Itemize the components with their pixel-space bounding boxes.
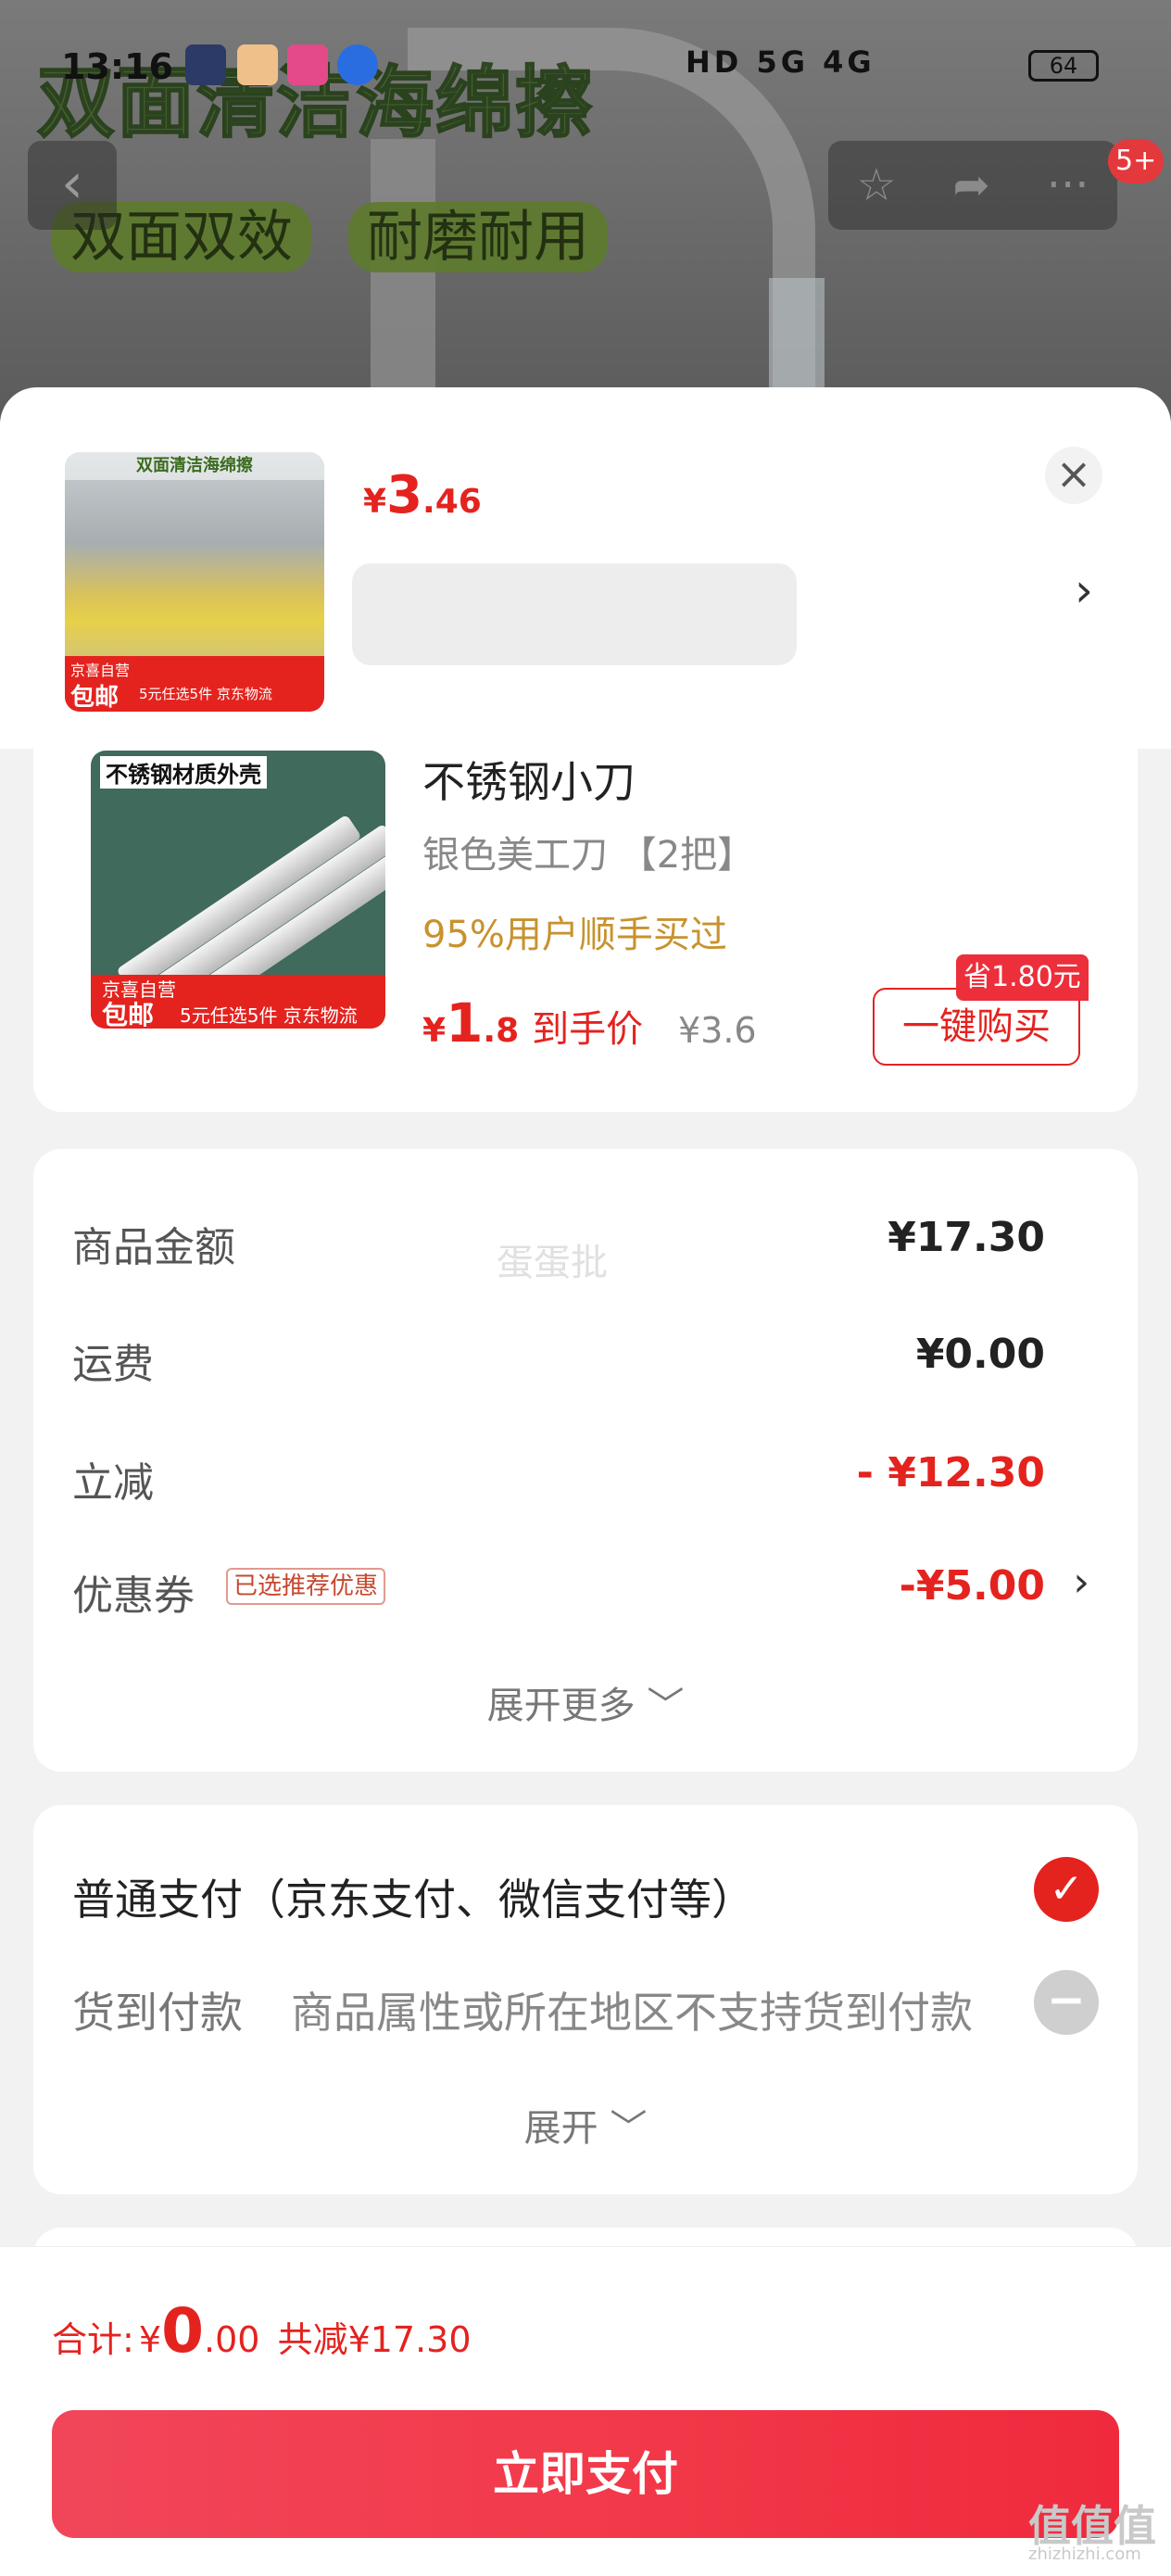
product-popularity: 95%用户顺手买过 <box>422 914 727 956</box>
chevron-right-icon[interactable]: › <box>1073 1559 1089 1606</box>
knife-product-image[interactable]: 不锈钢材质外壳 京喜自营 包邮 5元任选5件 京东物流 <box>91 751 385 1029</box>
shipping-value: ¥0.00 <box>915 1331 1045 1378</box>
status-bar: 13:16 HD 5G 4G 64 <box>0 33 1171 98</box>
background-tag-2: 耐磨耐用 <box>348 202 608 272</box>
coupon-tag: 已选推荐优惠 <box>226 1568 386 1605</box>
normal-payment-option[interactable]: 普通支付（京东支付、微信支付等） <box>72 1866 754 1927</box>
savings-badge: 省1.80元 <box>956 954 1089 1001</box>
expand-more-button[interactable]: 展开更多 ﹀ <box>33 1675 1138 1729</box>
product-spec: 银色美工刀 【2把】 <box>422 834 755 877</box>
back-button[interactable]: ‹ <box>28 141 117 230</box>
browser-icon <box>337 44 378 85</box>
product-title[interactable]: 不锈钢小刀 <box>422 749 636 810</box>
coupon-label[interactable]: 优惠券 <box>72 1562 195 1622</box>
favorite-icon[interactable]: ☆ <box>856 159 896 211</box>
product-price: ¥1.8 到手价 <box>422 991 644 1054</box>
goods-amount-value: ¥17.30 <box>888 1214 1045 1261</box>
instant-discount-value: - ¥12.30 <box>856 1449 1045 1496</box>
site-watermark-url: zhizhizhi.com <box>1028 2544 1141 2564</box>
shipping-label: 运费 <box>72 1341 154 1388</box>
app-icon <box>237 44 278 85</box>
header-price: ¥3.46 <box>363 465 482 525</box>
close-button[interactable]: × <box>1045 447 1102 504</box>
instant-discount-label: 立减 <box>72 1459 154 1507</box>
total-discount: 共减¥17.30 <box>277 2319 472 2360</box>
blurred-address-area[interactable] <box>352 563 797 665</box>
shopping-app-icon <box>287 44 328 85</box>
cod-unavailable-note: 商品属性或所在地区不支持货到付款 <box>291 1988 973 2038</box>
watermark-text: 蛋蛋批 <box>497 1242 608 1284</box>
coupon-value[interactable]: -¥5.00 <box>900 1562 1045 1610</box>
cod-payment-option: 货到付款 <box>72 1988 243 2038</box>
order-summary-card: 蛋蛋批 商品金额 ¥17.30 运费 ¥0.00 立减 - ¥12.30 优惠券… <box>33 1149 1138 1772</box>
message-badge: 5+ <box>1108 139 1165 183</box>
original-price: ¥3.6 <box>678 1010 757 1051</box>
expand-payment-button[interactable]: 展开 ﹀ <box>33 2098 1138 2152</box>
total-amount: 合计: ¥0.00 共减¥17.30 <box>52 2295 472 2367</box>
checkout-footer: 合计: ¥0.00 共减¥17.30 立即支付 <box>0 2246 1171 2576</box>
mail-icon <box>185 44 226 85</box>
pay-now-button[interactable]: 立即支付 <box>52 2410 1119 2538</box>
more-icon[interactable]: ··· <box>1047 159 1089 211</box>
chevron-right-icon[interactable]: › <box>1075 563 1093 617</box>
nav-actions: ☆ ➦ ··· <box>828 141 1117 230</box>
upsell-product-card: 不锈钢材质外壳 京喜自营 包邮 5元任选5件 京东物流 不锈钢小刀 银色美工刀 … <box>33 749 1138 1112</box>
checkmark-icon[interactable]: ✓ <box>1034 1857 1099 1922</box>
payment-method-card: 普通支付（京东支付、微信支付等） ✓ 货到付款 商品属性或所在地区不支持货到付款… <box>33 1805 1138 2194</box>
status-time: 13:16 <box>61 46 173 87</box>
battery-icon: 64 <box>1028 50 1099 82</box>
system-status-icons: HD 5G 4G <box>686 44 875 80</box>
sponge-thumbnail: 双面清洁海绵擦 京喜自营 包邮 5元任选5件 京东物流 <box>65 452 324 712</box>
sheet-header: 双面清洁海绵擦 京喜自营 包邮 5元任选5件 京东物流 ¥3.46 × › <box>0 387 1171 749</box>
disabled-icon: − <box>1034 1970 1099 2035</box>
goods-amount-label: 商品金额 <box>72 1224 235 1271</box>
share-icon[interactable]: ➦ <box>953 159 990 211</box>
